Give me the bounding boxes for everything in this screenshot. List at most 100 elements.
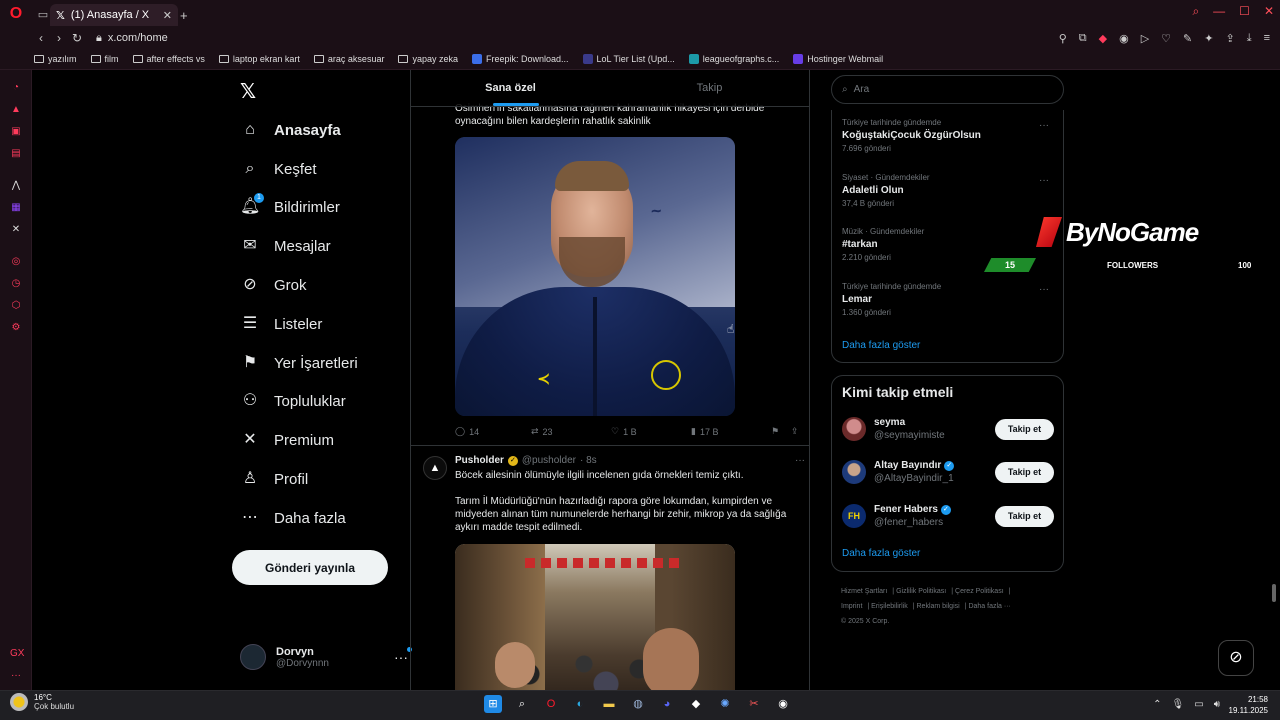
mail-app-icon[interactable]: ▤ — [10, 148, 22, 160]
footer-link[interactable]: Reklam bilgisi — [917, 603, 960, 610]
player-icon[interactable]: ◎ — [10, 256, 22, 268]
trend-more-icon[interactable]: ··· — [1039, 175, 1049, 186]
footer-link[interactable]: Imprint — [841, 603, 862, 610]
footer-link[interactable]: Erişilebilirlik — [871, 603, 908, 610]
footer-link[interactable]: Çerez Politikası — [955, 588, 1004, 595]
repost-button[interactable]: ⇄ 23 — [531, 426, 611, 437]
account-more-icon[interactable]: ··· — [394, 647, 412, 665]
bookmark-folder[interactable]: laptop ekran kart — [218, 54, 300, 64]
opera-gx-icon[interactable]: O — [542, 695, 560, 713]
more-sidebar-icon[interactable]: ··· — [10, 670, 22, 682]
share-icon[interactable]: ⇪ — [1225, 32, 1234, 45]
microphone-icon[interactable]: 🎙︎ — [1172, 699, 1185, 710]
tweet-avatar[interactable]: ▲ — [423, 456, 447, 480]
pin-icon[interactable]: ⚲ — [1059, 32, 1067, 45]
search-icon[interactable]: ⌕ — [513, 695, 531, 713]
bookmark-folder[interactable]: yazılım — [34, 54, 77, 64]
footer-link[interactable]: Hizmet Şartları — [841, 588, 887, 595]
reply-button[interactable]: ◯ 14 — [455, 426, 531, 437]
epic-games-icon[interactable]: ◆ — [687, 695, 705, 713]
obs-icon[interactable]: ◉ — [774, 695, 792, 713]
tab-following[interactable]: Takip — [610, 70, 809, 106]
gx-icon[interactable]: GX — [10, 648, 24, 660]
heart-icon[interactable]: ♡ — [1161, 32, 1171, 45]
tweet-author-name[interactable]: Pusholder — [455, 455, 504, 466]
aria-icon[interactable]: ▲ — [10, 104, 22, 116]
share-button[interactable]: ⇪ — [791, 426, 805, 437]
chevron-up-icon[interactable]: ⌃ — [1153, 699, 1161, 710]
trend-item[interactable]: Müzik · Gündemdekiler #tarkan 2.210 gönd… — [842, 227, 1057, 262]
tweet-image[interactable]: ~ ≺ — [455, 137, 735, 416]
x-logo-icon[interactable]: 𝕏 — [240, 79, 256, 104]
edge-icon[interactable]: ◐ — [571, 695, 589, 713]
bookmark-folder[interactable]: araç aksesuar — [313, 54, 384, 64]
browser-tab[interactable]: 𝕏 (1) Anasayfa / X ✕ — [50, 4, 178, 26]
tab-for-you[interactable]: Sana özel — [411, 70, 610, 106]
account-switcher[interactable]: Dorvyn @Dorvynnn ··· — [240, 642, 412, 672]
settings-icon[interactable]: ⚙ — [10, 322, 22, 334]
extensions-sidebar-icon[interactable]: ⬡ — [10, 300, 22, 312]
bookmark-hostinger[interactable]: Hostinger Webmail — [793, 53, 883, 64]
trends-show-more-link[interactable]: Daha fazla göster — [842, 340, 920, 351]
tweet-image[interactable] — [455, 544, 735, 690]
trend-item[interactable]: Siyaset · Gündemdekiler Adaletli Olun 37… — [842, 173, 1057, 208]
nav-bookmarks[interactable]: ⚑ Yer İşaretleri — [240, 353, 358, 373]
close-window-icon[interactable]: ✕ — [1264, 4, 1274, 19]
forward-icon[interactable]: › — [50, 31, 68, 45]
nav-grok[interactable]: ⊘ Grok — [240, 275, 306, 295]
nav-profile[interactable]: ♙ Profil — [240, 469, 308, 489]
minimize-icon[interactable]: — — [1213, 4, 1225, 19]
file-explorer-icon[interactable]: ▬ — [600, 695, 618, 713]
follow-button[interactable]: Takip et — [995, 418, 1054, 440]
start-icon[interactable]: ⊞ — [484, 695, 502, 713]
footer-link[interactable]: Daha fazla ··· — [968, 603, 1010, 610]
bookmark-button[interactable]: ⚑ — [771, 426, 791, 437]
follow-button[interactable]: Takip et — [995, 505, 1054, 527]
app-icon[interactable]: ✺ — [716, 695, 734, 713]
nav-lists[interactable]: ☰ Listeler — [240, 314, 323, 334]
bookmark-freepik[interactable]: Freepik: Download... — [471, 53, 569, 64]
search-input[interactable]: ⌕ Ara — [831, 75, 1064, 104]
play-icon[interactable]: ▷ — [1141, 32, 1149, 45]
tab-close-icon[interactable]: ✕ — [163, 9, 172, 22]
new-tab-icon[interactable]: + — [180, 8, 188, 23]
bookmark-folder[interactable]: yapay zeka — [398, 54, 458, 64]
follow-button[interactable]: Takip et — [995, 461, 1054, 483]
footer-link[interactable]: Gizlilik Politikası — [896, 588, 946, 595]
camera-icon[interactable]: ◉ — [1119, 32, 1129, 45]
extensions-icon[interactable]: ✦ — [1204, 32, 1213, 45]
nav-more[interactable]: ⋯ Daha fazla — [240, 508, 346, 528]
speed-dial-icon[interactable]: ◔ — [10, 82, 22, 94]
nav-communities[interactable]: ⚇ Topluluklar — [240, 391, 346, 411]
tweet-author-handle[interactable]: @pusholder — [522, 455, 576, 466]
grok-floating-button[interactable]: ⊘ — [1218, 640, 1254, 676]
nav-home[interactable]: ⌂ Anasayfa — [240, 120, 341, 140]
download-icon[interactable]: ⤓ — [1247, 32, 1252, 45]
nav-explore[interactable]: ⌕ Keşfet — [240, 159, 317, 179]
scrollbar-thumb[interactable] — [1272, 584, 1276, 602]
app-icon[interactable]: ⋀ — [10, 180, 22, 192]
steam-icon[interactable]: ◍ — [629, 695, 647, 713]
follow-suggestion[interactable]: FH Fener Habers ✓ @fener_habers Takip et — [842, 501, 1054, 531]
bookmark-folder[interactable]: after effects vs — [132, 54, 205, 64]
trend-more-icon[interactable]: ··· — [1039, 120, 1049, 131]
nav-notifications[interactable]: 🔔︎ 1 Bildirimler — [240, 193, 340, 217]
follow-suggestion[interactable]: Altay Bayındır ✓ @AltayBayindir_1 Takip e… — [842, 457, 1054, 487]
menu-icon[interactable]: ≡ — [1264, 32, 1270, 44]
weather-widget[interactable]: 16°C Çok bulutlu — [10, 693, 74, 711]
snipping-tool-icon[interactable]: ✂ — [745, 695, 763, 713]
bookmark-leagueofgraphs[interactable]: leagueofgraphs.c... — [688, 53, 779, 64]
x-app-icon[interactable]: ✕ — [10, 224, 22, 236]
trend-item[interactable]: Türkiye tarihinde gündemde Lemar 1.360 g… — [842, 282, 1057, 317]
trend-more-icon[interactable]: ··· — [1039, 284, 1049, 295]
discord-icon[interactable]: ◕ — [658, 695, 676, 713]
shield-icon[interactable]: ◆ — [1099, 32, 1107, 45]
like-button[interactable]: ♡ 1 B — [611, 426, 691, 437]
volume-icon[interactable]: 🔊︎ — [1214, 699, 1220, 710]
twitch-icon[interactable]: ▦ — [10, 202, 22, 214]
nav-messages[interactable]: ✉ Mesajlar — [240, 236, 330, 256]
reload-icon[interactable]: ↻ — [68, 31, 86, 45]
nav-premium[interactable]: ✕ Premium — [240, 430, 334, 450]
tweet-more-icon[interactable]: ··· — [795, 455, 805, 466]
follow-suggestion[interactable]: seyma @seymayimiste Takip et — [842, 414, 1054, 444]
